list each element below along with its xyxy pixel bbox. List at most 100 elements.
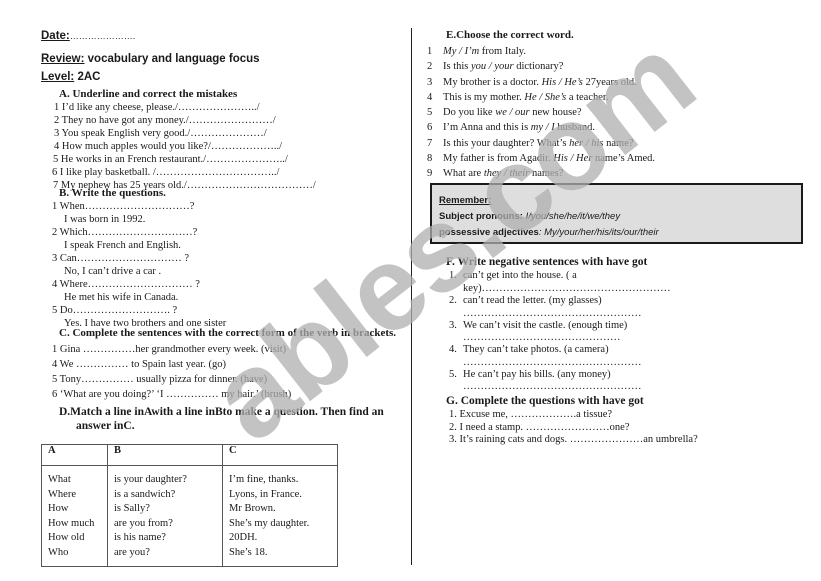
section-a-title: A. Underline and correct the mistakes <box>59 88 238 100</box>
section-f-title: F. Write negative sentences with have go… <box>446 256 648 268</box>
section-b-question[interactable]: 3 Can………………………… ? <box>52 252 226 265</box>
word-choice[interactable]: my / I <box>531 122 555 133</box>
table-cell: She’s 18. <box>229 546 268 558</box>
word-choice[interactable]: they / their <box>484 168 530 179</box>
section-a-item[interactable]: 2 They no have got any money./……………………/ <box>52 114 316 127</box>
section-a-item[interactable]: 5 He works in an French restaurant./…………… <box>52 153 316 166</box>
section-c-item[interactable]: 5 Tony…………… usually pizza for dinner. (h… <box>52 372 291 387</box>
review-text: vocabulary and language focus <box>84 53 260 65</box>
level-line: Level: 2AC <box>41 71 100 83</box>
section-e-list: 1 My / I’m from Italy. 2 Is this you / you… <box>427 44 655 182</box>
remember-title: Remember: <box>439 195 492 206</box>
table-cell: are you from? <box>114 517 173 529</box>
section-f-answer-line[interactable]: …………………………………………… <box>449 308 671 320</box>
section-f-item: 1. can’t get into the house. ( a <box>449 270 577 281</box>
section-a-item[interactable]: 1 I’d like any cheese, please./…………………..… <box>52 101 316 114</box>
section-c-title: C. Complete the sentences with the corre… <box>59 327 397 339</box>
date-label: Date: <box>41 30 70 42</box>
section-d-title: D.Match a line inAwith a line inBto make… <box>59 406 384 418</box>
word-choice[interactable]: My / I’m <box>443 46 479 57</box>
possessive-adjectives-line: possessive adjectives: My/your/her/his/i… <box>439 227 659 238</box>
table-cell: What <box>48 474 71 485</box>
section-e-item[interactable]: 1 My / I’m from Italy. <box>427 44 655 59</box>
section-b-answer: I speak French and English. <box>64 240 181 251</box>
section-f-item: 5. He can’t pay his bills. (any money) <box>449 368 611 380</box>
column-header-a: A <box>41 444 108 466</box>
section-c-item[interactable]: 4 We …………… to Spain last year. (go) <box>52 357 291 372</box>
section-c-item[interactable]: 1 Gina ……………her grandmother every week. … <box>52 342 291 357</box>
table-body-row: What Where How How much How old Who is y… <box>41 465 338 567</box>
section-g-item[interactable]: 3. It’s raining cats and dogs. …………………an… <box>449 434 698 447</box>
table-cell: Lyons, in France. <box>229 488 302 500</box>
subject-pronouns-line: Subject pronouns: I/you/she/he/it/we/the… <box>439 211 621 222</box>
table-cell: is his name? <box>114 532 166 543</box>
section-a-item[interactable]: 4 How much apples would you like?/………………… <box>52 140 316 153</box>
section-g-title: G. Complete the questions with have got <box>446 395 644 407</box>
table-cell: Where <box>48 488 76 500</box>
section-g-item[interactable]: 1. Excuse me, ……………….a tissue? <box>449 409 698 422</box>
word-choice[interactable]: His / He’s <box>542 77 583 88</box>
section-e-item[interactable]: 8 My father is from Agadir. His / Her nam… <box>427 151 655 166</box>
word-choice[interactable]: He / She’s <box>524 92 566 103</box>
section-b-title: B. Write the questions. <box>59 187 166 199</box>
section-b-question[interactable]: 1 When…………………………? <box>52 200 226 213</box>
section-c-item[interactable]: 6 ‘What are you doing?’ ‘I …………… my hair… <box>52 387 291 402</box>
section-f-item: 4. They can’t take photos. (a camera) <box>449 344 609 355</box>
table-header-row: A B C <box>41 444 338 466</box>
column-c-cells: I’m fine, thanks. Lyons, in France. Mr B… <box>222 465 338 567</box>
column-b-cells: is your daughter? is a sandwich? is Sall… <box>107 465 223 567</box>
section-f-item: 2. can’t read the letter. (my glasses) <box>449 295 602 306</box>
level-label: Level: <box>41 71 75 83</box>
section-a-item[interactable]: 3 You speak English very good./…………………/ <box>52 127 316 140</box>
date-line: Date:…………………. <box>41 30 135 42</box>
column-header-c: C <box>222 444 338 466</box>
section-f-list: 1. can’t get into the house. ( a key)…………… <box>449 270 671 393</box>
section-g-item[interactable]: 2. I need a stamp. ……………………one? <box>449 422 698 435</box>
word-choice[interactable]: His / Her <box>553 153 592 164</box>
table-cell: is Sally? <box>114 503 150 514</box>
word-choice[interactable]: you / your <box>471 61 514 72</box>
matching-table: A B C What Where How How much How old Wh… <box>41 444 338 567</box>
section-f-answer-line[interactable]: …………………………………………… <box>449 357 671 369</box>
section-d-title-cont: answer inC. <box>76 420 135 432</box>
word-choice[interactable]: her / his <box>569 138 603 149</box>
section-a-item[interactable]: 6 I like play basketball. /……………………………..… <box>52 166 316 179</box>
section-g-list: 1. Excuse me, ……………….a tissue? 2. I need… <box>449 409 698 447</box>
column-divider <box>411 28 412 565</box>
table-cell: How old <box>48 532 85 543</box>
section-e-item[interactable]: 4 This is my mother. He / She’s a teacher… <box>427 90 655 105</box>
section-b-question[interactable]: 4 Where………………………… ? <box>52 278 226 291</box>
section-e-item[interactable]: 3 My brother is a doctor. His / He’s 27ye… <box>427 75 655 90</box>
review-line: Review: vocabulary and language focus <box>41 53 260 65</box>
table-cell: I’m fine, thanks. <box>229 474 299 485</box>
section-f-answer-line[interactable]: …………………………………………… <box>449 381 671 393</box>
section-b-question[interactable]: 2 Which…………………………? <box>52 226 226 239</box>
table-cell: How much <box>48 517 95 529</box>
section-e-item[interactable]: 9 What are they / their names? <box>427 166 655 181</box>
section-e-title: E.Choose the correct word. <box>446 29 574 41</box>
section-b-answer: He met his wife in Canada. <box>64 292 179 303</box>
section-e-item[interactable]: 2 Is this you / your dictionary? <box>427 59 655 74</box>
section-e-item[interactable]: 6 I’m Anna and this is my / I husband. <box>427 120 655 135</box>
section-b-list: 1 When…………………………? I was born in 1992. 2 … <box>52 200 226 330</box>
table-cell: 20DH. <box>229 532 258 543</box>
section-b-answer: No, I can’t drive a car . <box>64 266 162 277</box>
column-a-cells: What Where How How much How old Who <box>41 465 108 567</box>
table-cell: is a sandwich? <box>114 488 176 500</box>
section-b-answer: I was born in 1992. <box>64 214 146 225</box>
table-cell: is your daughter? <box>114 474 187 485</box>
table-cell: Mr Brown. <box>229 503 276 514</box>
section-b-question[interactable]: 5 Do………………………. ? <box>52 304 226 317</box>
column-header-b: B <box>107 444 223 466</box>
word-choice[interactable]: we / our <box>495 107 529 118</box>
section-e-item[interactable]: 5 Do you like we / our new house? <box>427 105 655 120</box>
section-f-answer-line[interactable]: ……………………………………… <box>449 332 671 344</box>
section-e-item[interactable]: 7 Is this your daughter? What’s her / his… <box>427 136 655 151</box>
date-blank[interactable]: …………………. <box>70 31 136 41</box>
section-f-answer-line[interactable]: key)……………………………………………… <box>449 283 671 296</box>
level-value: 2AC <box>74 71 101 83</box>
table-cell: are you? <box>114 546 150 558</box>
section-f-item: 3. We can’t visit the castle. (enough tim… <box>449 319 628 331</box>
table-cell: She’s my daughter. <box>229 517 310 529</box>
section-c-list: 1 Gina ……………her grandmother every week. … <box>52 342 291 402</box>
